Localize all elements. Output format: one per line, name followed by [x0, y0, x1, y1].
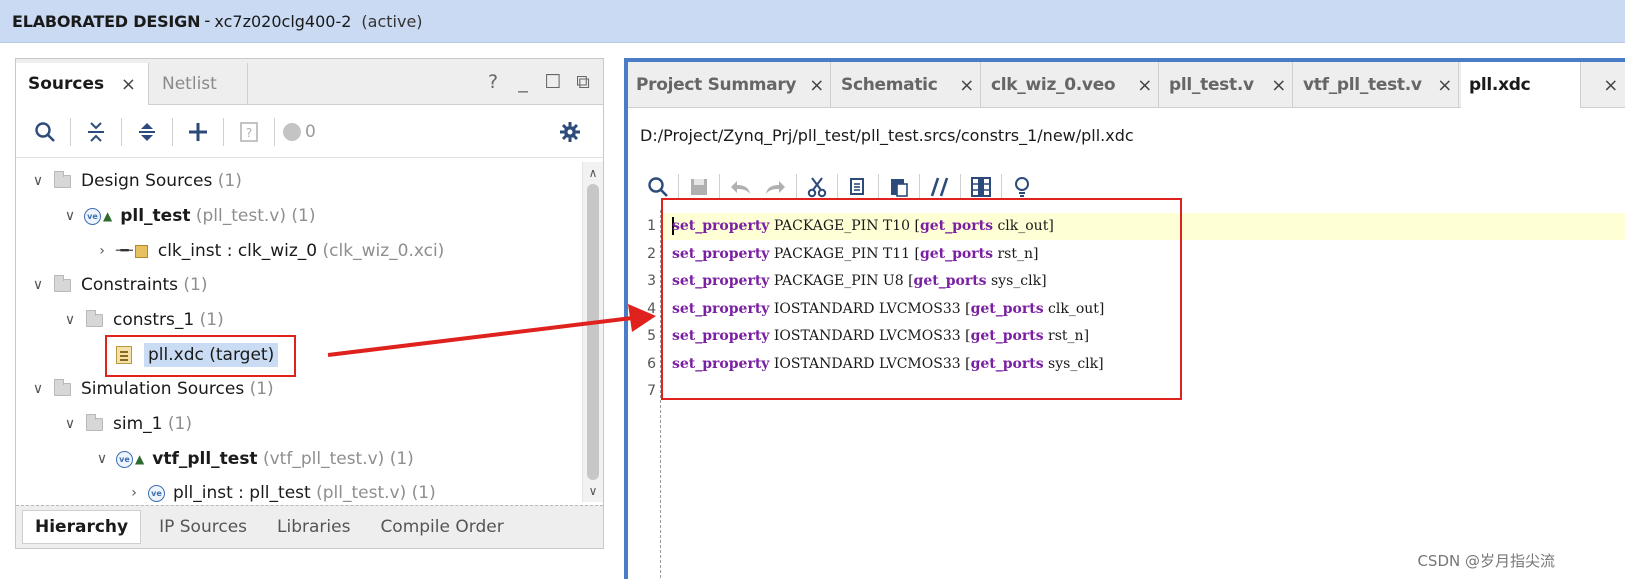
- annotation-arrow: [327, 304, 656, 357]
- watermark: CSDN @岁月指尖流: [1417, 552, 1555, 570]
